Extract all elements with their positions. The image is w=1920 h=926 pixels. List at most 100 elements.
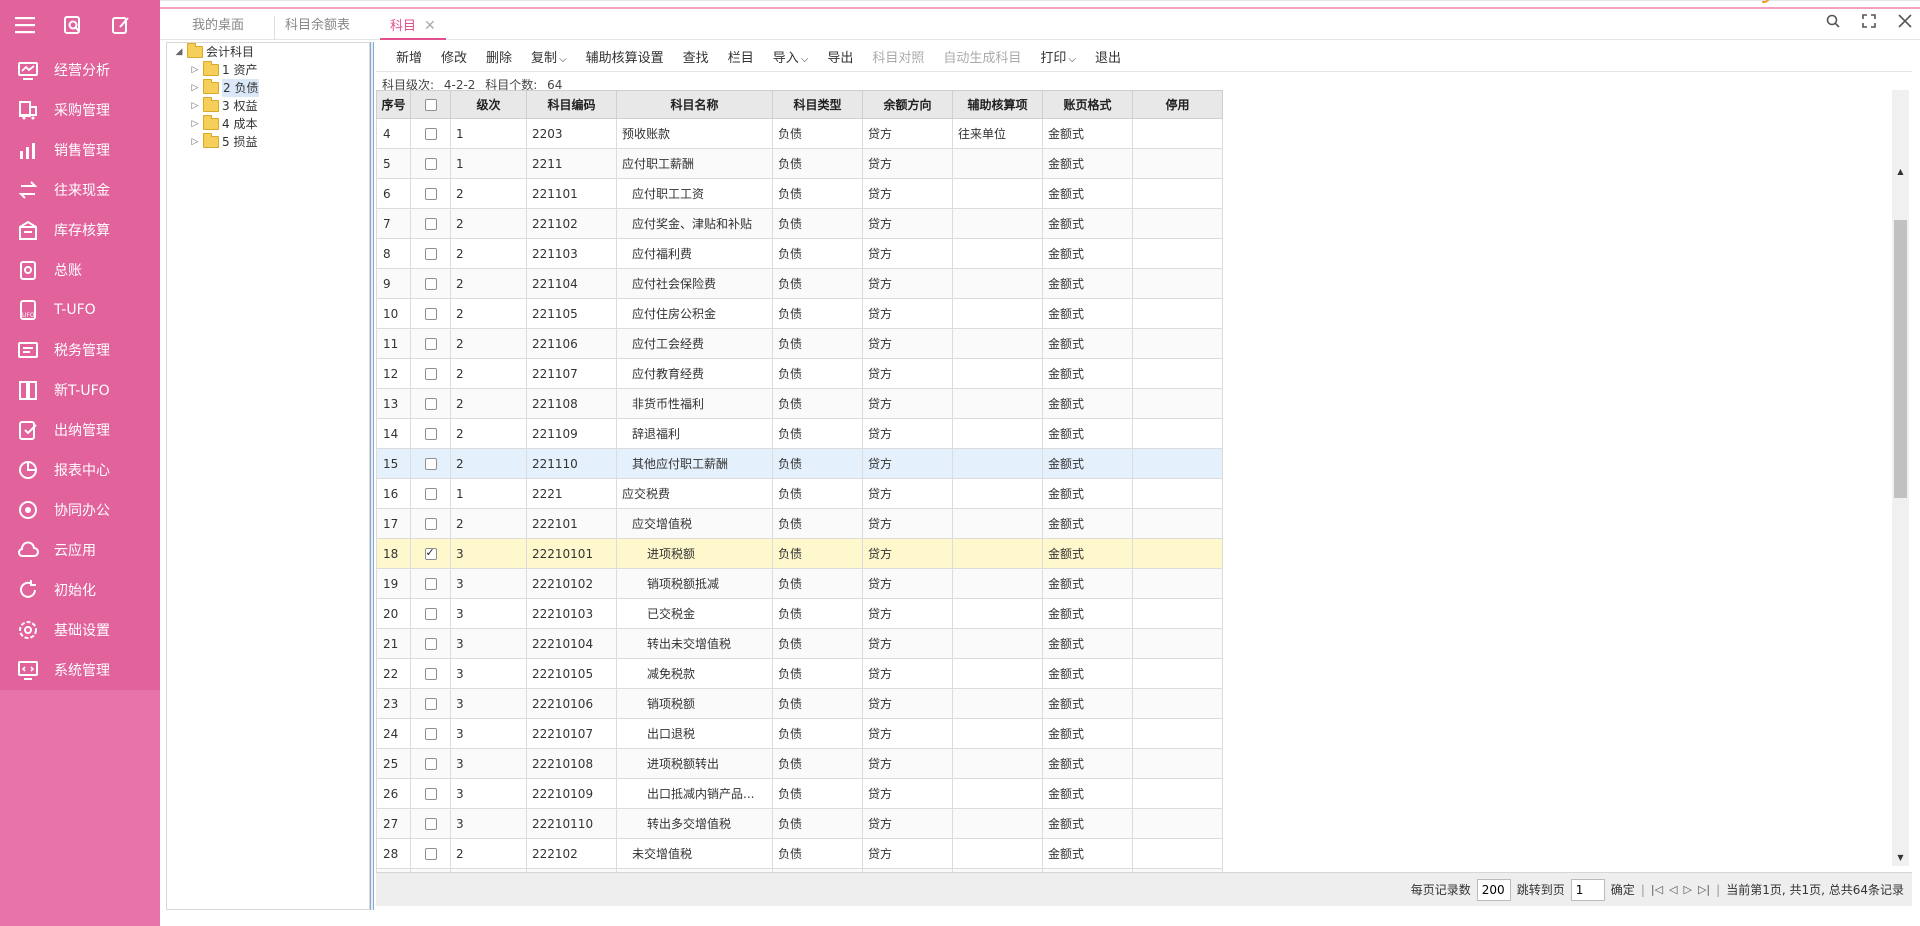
col-header-code[interactable]: 科目编码 <box>526 90 617 119</box>
row-checkbox[interactable] <box>424 248 437 260</box>
tab-balance-sheet[interactable]: 科目余额表 <box>274 16 350 40</box>
sidebar-item[interactable]: 库存核算 <box>0 210 160 250</box>
find-button[interactable]: 查找 <box>683 47 709 66</box>
sidebar-item[interactable]: 出纳管理 <box>0 410 160 450</box>
row-checkbox[interactable] <box>424 338 437 350</box>
aux-setting-button[interactable]: 辅助核算设置 <box>586 47 664 66</box>
table-row[interactable]: 19 3 22210102 销项税额抵减 负债 贷方 金额式 <box>376 568 1223 599</box>
row-checkbox[interactable] <box>424 638 437 650</box>
row-checkbox[interactable] <box>424 398 437 410</box>
search-icon[interactable] <box>1824 12 1842 30</box>
sidebar-item[interactable]: 初始化 <box>0 570 160 610</box>
row-checkbox[interactable] <box>424 818 437 830</box>
sidebar-item[interactable]: 税务管理 <box>0 330 160 370</box>
table-row[interactable]: 23 3 22210106 销项税额 负债 贷方 金额式 <box>376 688 1223 719</box>
table-row[interactable]: 25 3 22210108 进项税额转出 负债 贷方 金额式 <box>376 748 1223 779</box>
row-checkbox[interactable] <box>424 758 437 770</box>
sidebar-item[interactable]: 采购管理 <box>0 90 160 130</box>
table-row[interactable]: 15 2 221110 其他应付职工薪酬 负债 贷方 金额式 <box>376 448 1223 479</box>
row-checkbox[interactable] <box>424 158 437 170</box>
tree-expand-icon[interactable]: ▷ <box>189 61 201 79</box>
autogen-button[interactable]: 自动生成科目 <box>943 47 1021 66</box>
delete-button[interactable]: 删除 <box>486 47 512 66</box>
first-page-icon[interactable]: |◁ <box>1651 883 1663 896</box>
sidebar-item[interactable]: UFO T-UFO <box>0 290 160 330</box>
row-checkbox[interactable] <box>424 428 437 440</box>
tab-desktop[interactable]: 我的桌面 <box>192 16 244 40</box>
column-button[interactable]: 栏目 <box>728 47 754 66</box>
table-row[interactable]: 18 322210101进项税额负债贷方 金额式 <box>376 538 1223 569</box>
tree-root[interactable]: ◢ 会计科目 <box>167 43 369 61</box>
table-row[interactable]: 27 3 22210110 转出多交增值税 负债 贷方 金额式 <box>376 808 1223 839</box>
row-checkbox[interactable] <box>424 698 437 710</box>
edit-button[interactable]: 修改 <box>441 47 467 66</box>
row-checkbox[interactable] <box>424 518 437 530</box>
col-header-level[interactable]: 级次 <box>450 90 527 119</box>
prev-page-icon[interactable]: ◁ <box>1669 883 1677 896</box>
next-page-icon[interactable]: ▷ <box>1684 883 1692 896</box>
table-row[interactable]: 12 2 221107 应付教育经费 负债 贷方 金额式 <box>376 358 1223 389</box>
col-header-type[interactable]: 科目类型 <box>772 90 863 119</box>
table-row[interactable]: 16 1 2221 应交税费 负债 贷方 金额式 <box>376 478 1223 509</box>
tree-node-liabilities[interactable]: ▷ 2 负债 <box>167 79 369 97</box>
search-doc-icon[interactable] <box>62 14 84 36</box>
table-row[interactable]: 17 2 222101 应交增值税 负债 贷方 金额式 <box>376 508 1223 539</box>
tab-close-icon[interactable]: ✕ <box>424 18 436 34</box>
col-header-no[interactable]: 序号 <box>376 90 411 119</box>
col-header-name[interactable]: 科目名称 <box>616 90 773 119</box>
add-button[interactable]: 新增 <box>396 47 422 66</box>
row-checkbox[interactable] <box>424 278 437 290</box>
table-row[interactable]: 13 2 221108 非货币性福利 负债 贷方 金额式 <box>376 388 1223 419</box>
table-row[interactable]: 21 3 22210104 转出未交增值税 负债 贷方 金额式 <box>376 628 1223 659</box>
table-row[interactable]: 8 2 221103 应付福利费 负债 贷方 金额式 <box>376 238 1223 269</box>
select-all-checkbox[interactable] <box>424 99 437 111</box>
tree-node-cost[interactable]: ▷ 4 成本 <box>167 115 369 133</box>
col-header-format[interactable]: 账页格式 <box>1042 90 1133 119</box>
close-icon[interactable] <box>1896 12 1914 30</box>
table-row[interactable]: 11 2 221106 应付工会经费 负债 贷方 金额式 <box>376 328 1223 359</box>
scroll-down-icon[interactable]: ▼ <box>1892 850 1909 866</box>
menu-icon[interactable] <box>14 14 36 36</box>
table-row[interactable]: 20 3 22210103 已交税金 负债 贷方 金额式 <box>376 598 1223 629</box>
table-row[interactable]: 22 3 22210105 减免税款 负债 贷方 金额式 <box>376 658 1223 689</box>
row-checkbox[interactable] <box>424 488 437 500</box>
table-row[interactable]: 5 1 2211 应付职工薪酬 负债 贷方 金额式 <box>376 148 1223 179</box>
panel-splitter[interactable] <box>370 42 374 910</box>
row-checkbox[interactable] <box>424 218 437 230</box>
sidebar-item[interactable]: 报表中心 <box>0 450 160 490</box>
col-header-select[interactable] <box>410 90 451 119</box>
table-row[interactable]: 24 3 22210107 出口退税 负债 贷方 金额式 <box>376 718 1223 749</box>
row-checkbox[interactable] <box>424 188 437 200</box>
sidebar-item[interactable]: 协同办公 <box>0 490 160 530</box>
table-row[interactable]: 6 2 221101 应付职工工资 负债 贷方 金额式 <box>376 178 1223 209</box>
vertical-scrollbar[interactable]: ▲ ▼ <box>1892 90 1909 866</box>
tree-collapse-icon[interactable]: ◢ <box>173 43 185 61</box>
sidebar-item[interactable]: 系统管理 <box>0 650 160 690</box>
print-button[interactable]: 打印 ⌵ <box>1040 47 1076 66</box>
import-button[interactable]: 导入 ⌵ <box>773 47 809 66</box>
row-checkbox[interactable] <box>424 788 437 800</box>
table-row[interactable]: 14 2 221109 辞退福利 负债 贷方 金额式 <box>376 418 1223 449</box>
row-checkbox[interactable] <box>424 308 437 320</box>
row-checkbox[interactable] <box>424 578 437 590</box>
scroll-thumb[interactable] <box>1894 220 1907 498</box>
sidebar-item[interactable]: 往来现金 <box>0 170 160 210</box>
compare-button[interactable]: 科目对照 <box>872 47 924 66</box>
tree-expand-icon[interactable]: ▷ <box>189 97 201 115</box>
sidebar-item[interactable]: 销售管理 <box>0 130 160 170</box>
tree-expand-icon[interactable]: ▷ <box>189 133 201 151</box>
tree-expand-icon[interactable]: ▷ <box>189 79 201 97</box>
fullscreen-icon[interactable] <box>1860 12 1878 30</box>
export-button[interactable]: 导出 <box>827 47 853 66</box>
tree-node-profit-loss[interactable]: ▷ 5 损益 <box>167 133 369 151</box>
row-checkbox[interactable] <box>424 368 437 380</box>
row-checkbox[interactable] <box>424 668 437 680</box>
tree-node-assets[interactable]: ▷ 1 资产 <box>167 61 369 79</box>
row-checkbox[interactable] <box>424 546 437 560</box>
row-checkbox[interactable] <box>424 728 437 740</box>
last-page-icon[interactable]: ▷| <box>1698 883 1710 896</box>
tree-node-equity[interactable]: ▷ 3 权益 <box>167 97 369 115</box>
col-header-aux[interactable]: 辅助核算项 <box>952 90 1043 119</box>
confirm-button[interactable]: 确定 <box>1611 881 1635 898</box>
jump-page-input[interactable] <box>1570 878 1605 901</box>
